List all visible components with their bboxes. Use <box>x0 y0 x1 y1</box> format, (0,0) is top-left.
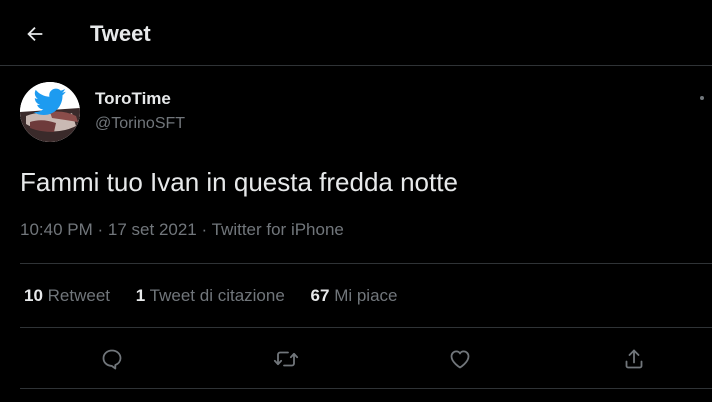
author-handle[interactable]: @TorinoSFT <box>95 115 185 133</box>
divider <box>20 388 712 389</box>
tweet-time[interactable]: 10:40 PM <box>20 220 93 239</box>
more-options-icon[interactable] <box>700 96 704 100</box>
like-icon <box>450 350 470 369</box>
share-button[interactable] <box>619 344 649 374</box>
divider <box>20 327 712 328</box>
tweet-source[interactable]: Twitter for iPhone <box>212 220 344 239</box>
quotes-count: 1 <box>135 286 146 305</box>
tweet-text: Fammi tuo Ivan in questa fredda notte <box>20 167 458 197</box>
like-button[interactable] <box>445 344 475 374</box>
top-bar: Tweet <box>0 0 712 66</box>
page-title: Tweet <box>90 21 151 46</box>
retweets-stat[interactable]: 10 Retweet <box>24 286 110 306</box>
share-icon <box>625 349 643 369</box>
tweet-meta: 10:40 PM · 17 set 2021 · Twitter for iPh… <box>20 220 344 240</box>
back-button[interactable] <box>18 17 52 51</box>
arrow-left-icon <box>27 26 43 42</box>
retweets-count: 10 <box>24 286 43 305</box>
quotes-stat[interactable]: 1 Tweet di citazione <box>136 286 285 306</box>
divider <box>20 263 712 264</box>
likes-count: 67 <box>310 286 330 305</box>
avatar[interactable] <box>20 82 80 142</box>
tweet-date[interactable]: 17 set 2021 <box>108 220 197 239</box>
reply-button[interactable] <box>97 344 127 374</box>
retweet-button[interactable] <box>271 344 301 374</box>
meta-separator: · <box>97 220 104 239</box>
retweets-label: Retweet <box>47 286 111 305</box>
likes-label: Mi piace <box>334 286 398 305</box>
retweet-icon <box>273 351 299 367</box>
engagement-stats: 10 Retweet 1 Tweet di citazione 67 Mi pi… <box>24 286 419 306</box>
likes-stat[interactable]: 67 Mi piace <box>311 286 398 306</box>
reply-icon <box>102 349 122 370</box>
quotes-label: Tweet di citazione <box>149 286 285 305</box>
author-display-name[interactable]: ToroTime <box>95 89 171 109</box>
meta-separator: · <box>201 220 208 239</box>
